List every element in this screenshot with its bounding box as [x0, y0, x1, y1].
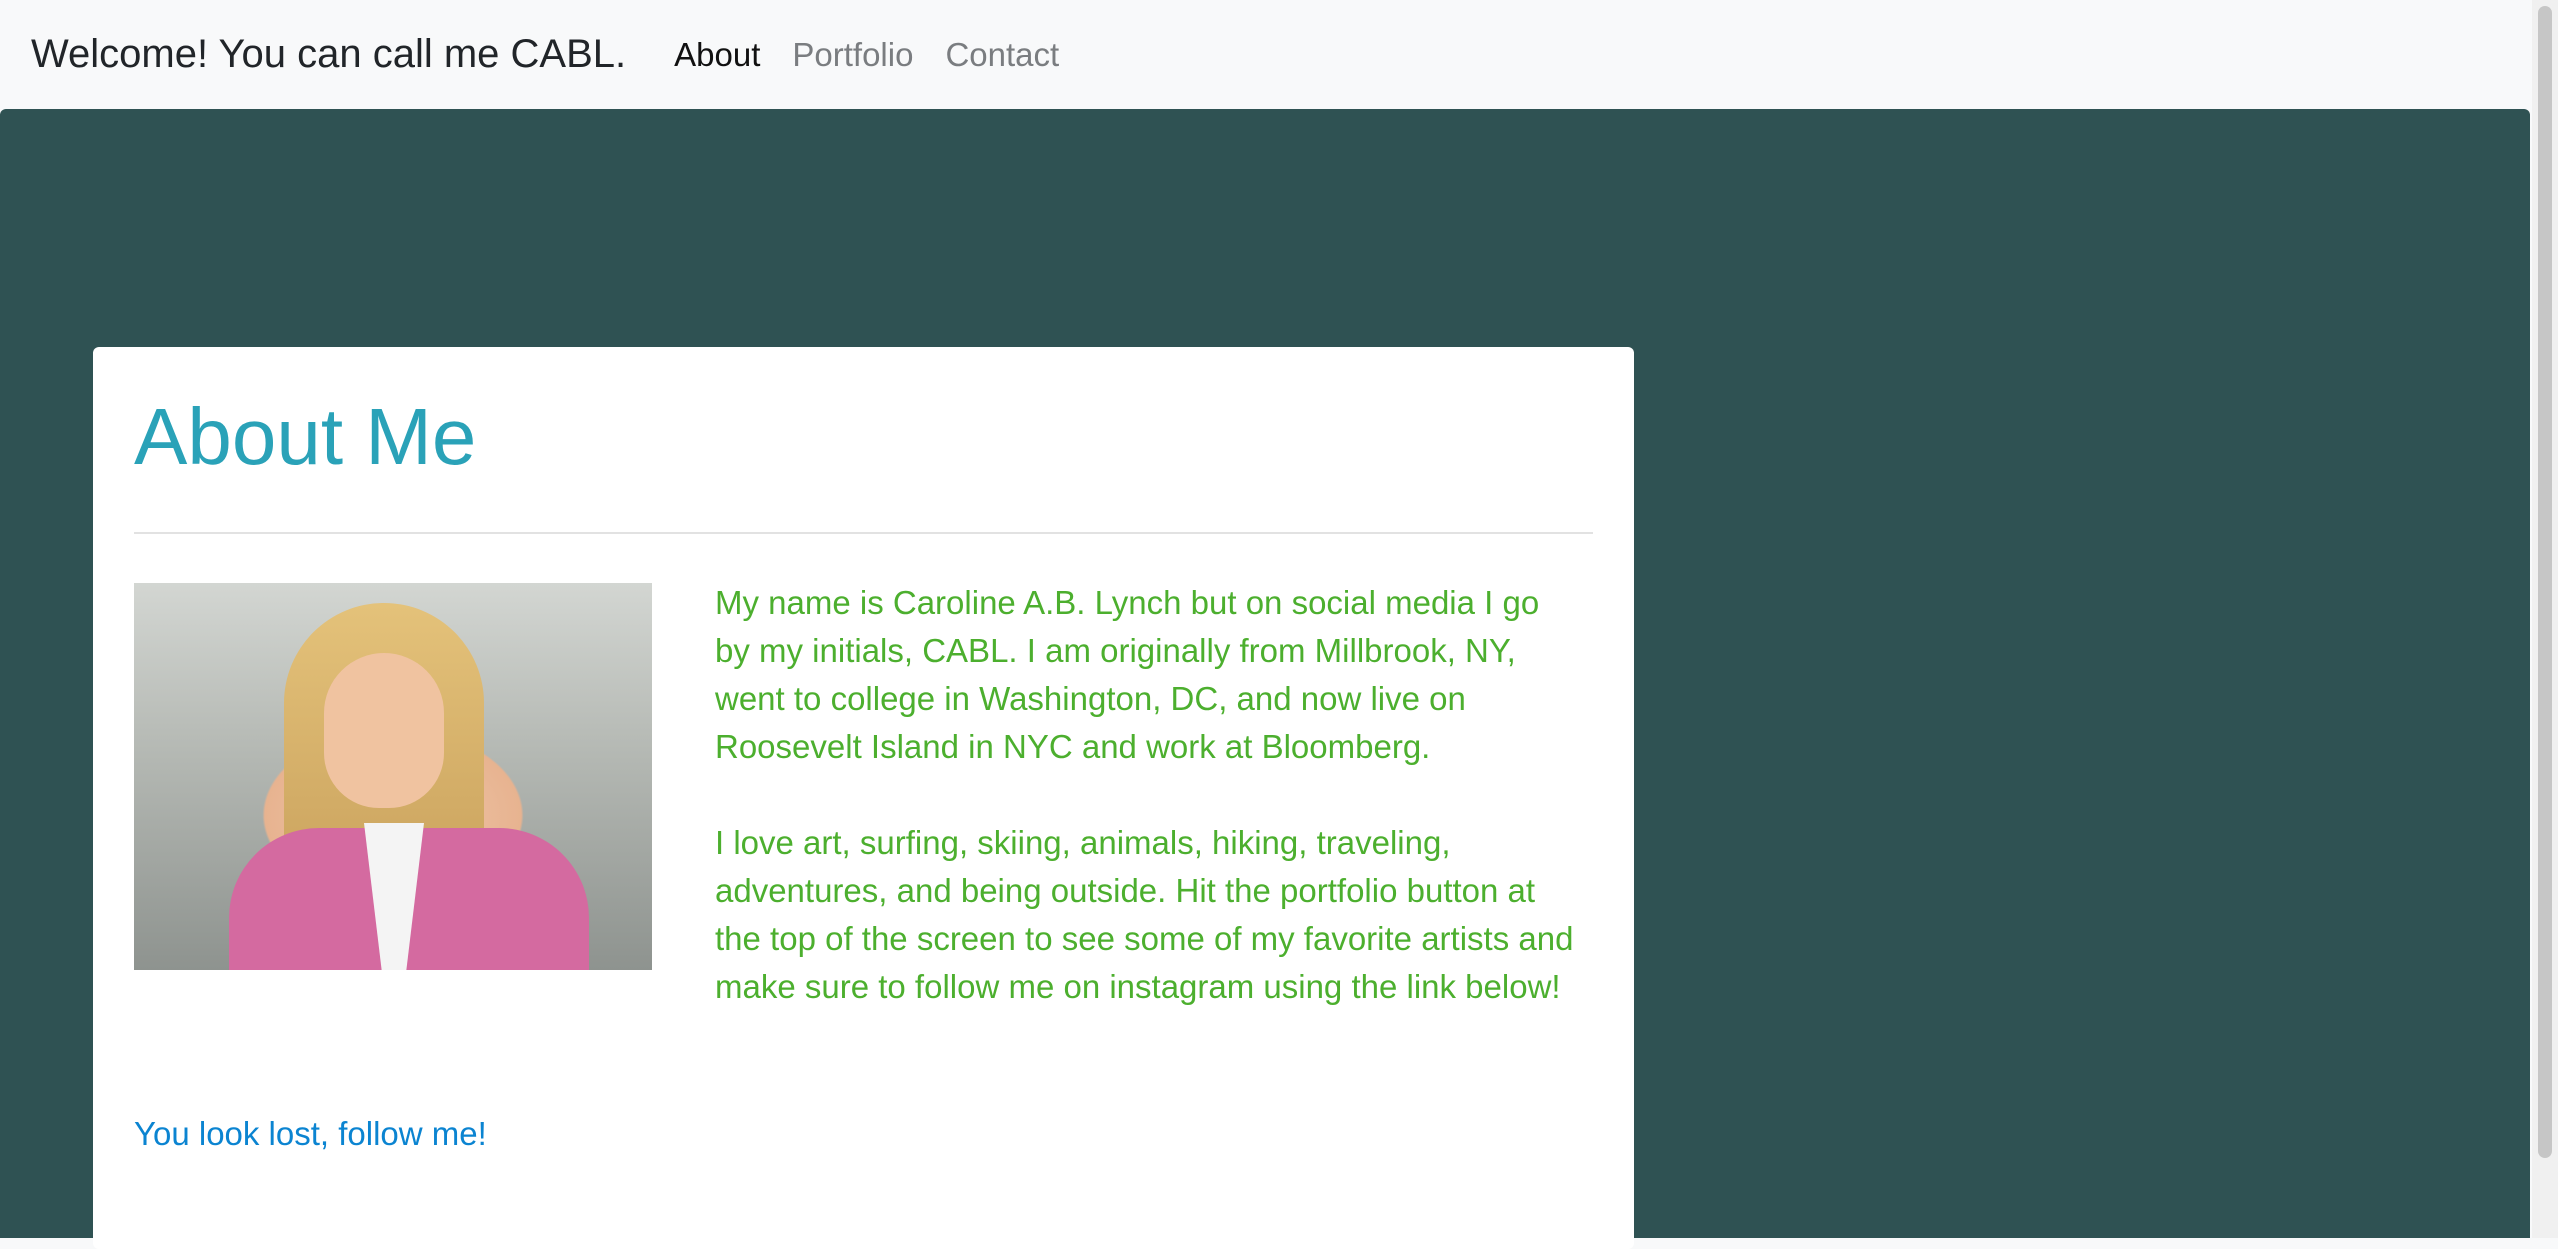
instagram-follow-link[interactable]: You look lost, follow me! [134, 1115, 487, 1153]
about-card: About Me My name is Caroline A.B. Lynch … [93, 347, 1634, 1249]
profile-photo [134, 583, 652, 970]
top-navbar: Welcome! You can call me CABL. About Por… [0, 0, 2532, 109]
nav-link-about[interactable]: About [674, 36, 760, 74]
bio-paragraph-1: My name is Caroline A.B. Lynch but on so… [715, 584, 1540, 765]
divider [134, 532, 1593, 534]
main-content: About Me My name is Caroline A.B. Lynch … [0, 109, 2530, 1249]
bio-text: My name is Caroline A.B. Lynch but on so… [715, 579, 1575, 1011]
page-scrollbar[interactable] [2532, 0, 2558, 1238]
page-title: About Me [134, 392, 477, 481]
scrollbar-thumb[interactable] [2538, 6, 2552, 1158]
nav-link-portfolio[interactable]: Portfolio [792, 36, 913, 74]
navbar-brand[interactable]: Welcome! You can call me CABL. [31, 32, 626, 77]
bio-paragraph-2: I love art, surfing, skiing, animals, hi… [715, 824, 1574, 1005]
nav-link-contact[interactable]: Contact [945, 36, 1059, 74]
